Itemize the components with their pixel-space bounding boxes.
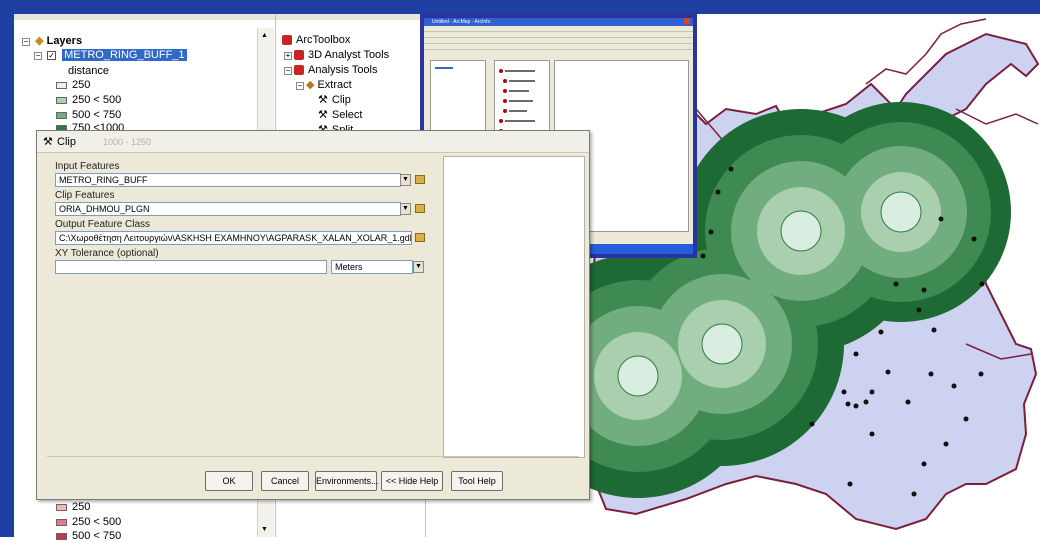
legend-swatch	[56, 111, 67, 119]
hide-help-button[interactable]: << Hide Help	[381, 471, 443, 491]
input-features-label: Input Features	[55, 161, 120, 172]
clip-dialog: ⚒ Clip 1000 - 1250 Input Features METRO_…	[36, 130, 590, 500]
toc-root[interactable]: − ◈ Layers	[22, 34, 82, 47]
output-feature-class-field[interactable]: C:\Χωροθέτηση Λειτουργιών\ASKHSH EXAMHNO…	[55, 231, 412, 245]
toolbox-icon	[294, 50, 304, 61]
legend-item: 250 < 500	[56, 516, 121, 528]
legend-swatch	[56, 518, 67, 526]
toolbox-item-analysis[interactable]: − Analysis Tools	[284, 64, 378, 76]
toolset-icon: ◆	[306, 79, 315, 91]
layer-name[interactable]: METRO_RING_BUFF_1	[62, 49, 187, 61]
input-features-field[interactable]: METRO_RING_BUFF	[55, 173, 401, 187]
units-select[interactable]: Meters	[331, 260, 413, 274]
toolset-extract[interactable]: − ◆ Extract	[296, 78, 352, 91]
clip-features-label: Clip Features	[55, 190, 115, 201]
toolbox-root[interactable]: ArcToolbox	[282, 34, 350, 46]
scroll-down-icon[interactable]: ▼	[261, 526, 268, 533]
clip-dialog-title: Clip	[57, 136, 76, 148]
legend-swatch	[56, 532, 67, 540]
hammer-icon: ⚒	[43, 136, 53, 148]
tool-clip[interactable]: ⚒ Clip	[318, 93, 351, 106]
legend-swatch	[56, 81, 67, 89]
dialog-separator	[47, 456, 579, 457]
legend-field-name: distance	[68, 65, 109, 77]
legend-swatch	[56, 503, 67, 511]
layer-visibility-checkbox[interactable]: ✓	[47, 51, 57, 60]
toolbox-header-bar	[276, 14, 425, 20]
xy-tolerance-field[interactable]	[55, 260, 327, 274]
partial-background-text: 1000 - 1250	[103, 137, 152, 147]
legend-swatch	[56, 96, 67, 104]
hammer-icon: ⚒	[318, 94, 328, 106]
toc-header-bar	[14, 14, 275, 20]
legend-item: 250 < 500	[56, 94, 121, 106]
environments-button[interactable]: Environments...	[315, 471, 379, 491]
close-icon[interactable]	[684, 18, 690, 24]
clip-features-field[interactable]: ORIA_DHMOU_PLGN	[55, 202, 401, 216]
layers-icon: ◈	[35, 35, 44, 47]
folder-icon[interactable]	[415, 175, 425, 184]
toc-layer[interactable]: − ✓ METRO_RING_BUFF_1	[34, 49, 187, 61]
xy-tolerance-label: XY Tolerance (optional)	[55, 248, 159, 259]
inset-titlebar: Untitled - ArcMap - ArcInfo	[424, 18, 693, 26]
legend-item: 500 < 750	[56, 530, 121, 542]
collapse-icon[interactable]: −	[296, 82, 304, 90]
tool-help-button[interactable]: Tool Help	[451, 471, 503, 491]
legend-item: 250	[56, 79, 90, 91]
collapse-icon[interactable]: −	[34, 52, 42, 60]
legend-item: 500 < 750	[56, 109, 121, 121]
hammer-icon: ⚒	[318, 109, 328, 121]
toolbox-icon	[294, 65, 304, 76]
collapse-icon[interactable]: −	[22, 38, 30, 46]
inset-toolbar	[424, 44, 693, 50]
clip-dialog-titlebar: ⚒ Clip 1000 - 1250	[37, 131, 589, 153]
collapse-icon[interactable]: −	[284, 67, 292, 75]
output-feature-class-label: Output Feature Class	[55, 219, 151, 230]
help-pane	[443, 156, 585, 458]
folder-icon[interactable]	[415, 233, 425, 242]
street-line	[955, 108, 1039, 125]
toolbox-item-3d-analyst[interactable]: +3D Analyst Tools	[284, 49, 389, 61]
inset-title: Untitled - ArcMap - ArcInfo	[432, 19, 491, 25]
ok-button[interactable]: OK	[205, 471, 253, 491]
tool-select[interactable]: ⚒ Select	[318, 108, 362, 121]
chevron-down-icon[interactable]: ▼	[400, 203, 411, 215]
toolbox-icon	[282, 35, 292, 46]
folder-icon[interactable]	[415, 204, 425, 213]
legend-item: 250	[56, 501, 90, 513]
chevron-down-icon[interactable]: ▼	[400, 174, 411, 186]
cancel-button[interactable]: Cancel	[261, 471, 309, 491]
expand-icon[interactable]: +	[284, 52, 292, 60]
toc-root-label: Layers	[46, 35, 83, 47]
chevron-down-icon[interactable]: ▼	[413, 261, 424, 273]
scroll-up-icon[interactable]: ▲	[261, 32, 268, 39]
